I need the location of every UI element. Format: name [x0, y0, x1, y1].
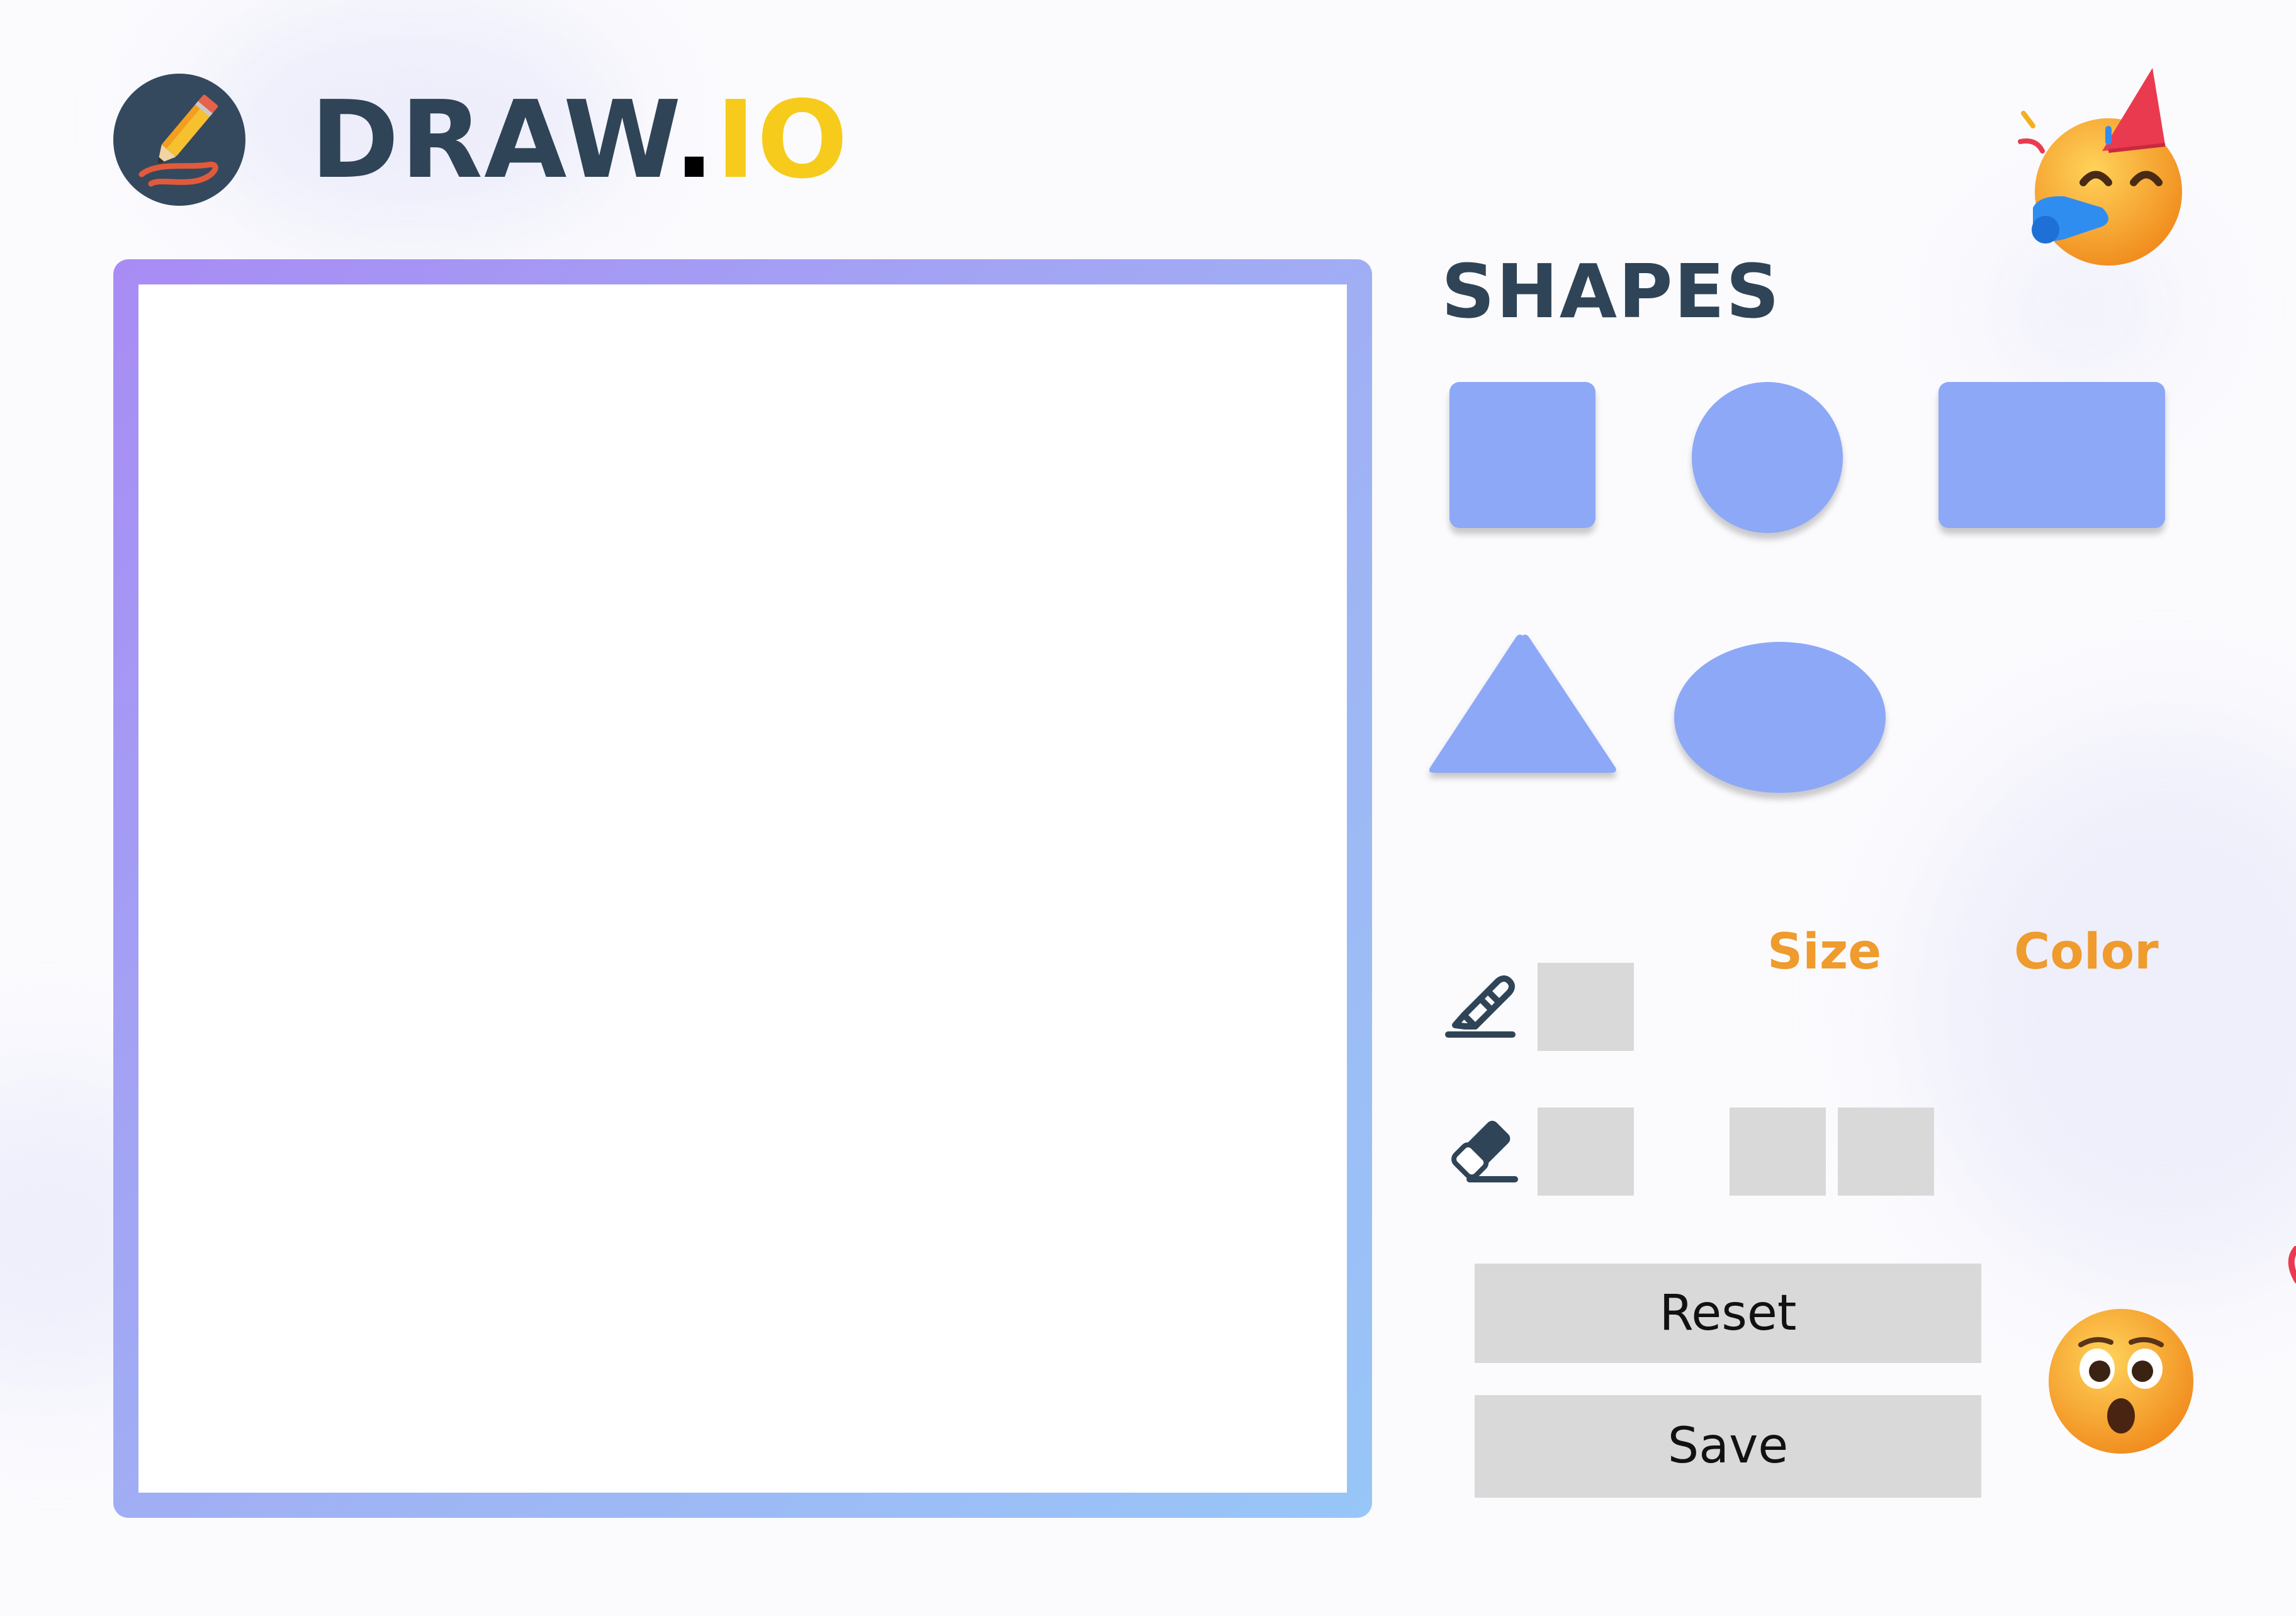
ribbon-decoration	[2288, 1246, 2296, 1284]
rectangle-shape-button[interactable]	[1939, 382, 2165, 528]
triangle-shape-button[interactable]	[1424, 629, 1621, 784]
party-face-emoji	[2018, 68, 2182, 266]
save-button[interactable]: Save	[1475, 1395, 1981, 1498]
eraser-size-swatch[interactable]	[1538, 1108, 1634, 1196]
app-title-main: DRAW	[310, 78, 674, 203]
size-option-box[interactable]	[1730, 1108, 1826, 1196]
pencil-scribble-icon	[138, 94, 218, 187]
app-title-suffix: IO	[716, 78, 849, 203]
reset-button[interactable]: Reset	[1475, 1264, 1981, 1363]
drawing-canvas[interactable]	[138, 284, 1347, 1493]
shapes-title: SHAPES	[1441, 248, 1781, 335]
size-option-box[interactable]	[1838, 1108, 1934, 1196]
canvas-frame	[113, 259, 1372, 1518]
ellipse-shape-button[interactable]	[1674, 642, 1886, 793]
eraser-icon[interactable]	[1441, 1111, 1522, 1186]
color-label: Color	[2014, 924, 2159, 980]
pen-color-swatch[interactable]	[1538, 963, 1634, 1051]
size-label: Size	[1767, 924, 1882, 980]
astonished-face-emoji	[2049, 1309, 2193, 1454]
pen-icon[interactable]	[1440, 966, 1521, 1041]
square-shape-button[interactable]	[1449, 382, 1595, 528]
app-logo	[113, 74, 245, 206]
app-title: DRAW.IO	[310, 81, 849, 200]
app-title-dot: .	[673, 78, 716, 203]
circle-shape-button[interactable]	[1692, 382, 1843, 533]
